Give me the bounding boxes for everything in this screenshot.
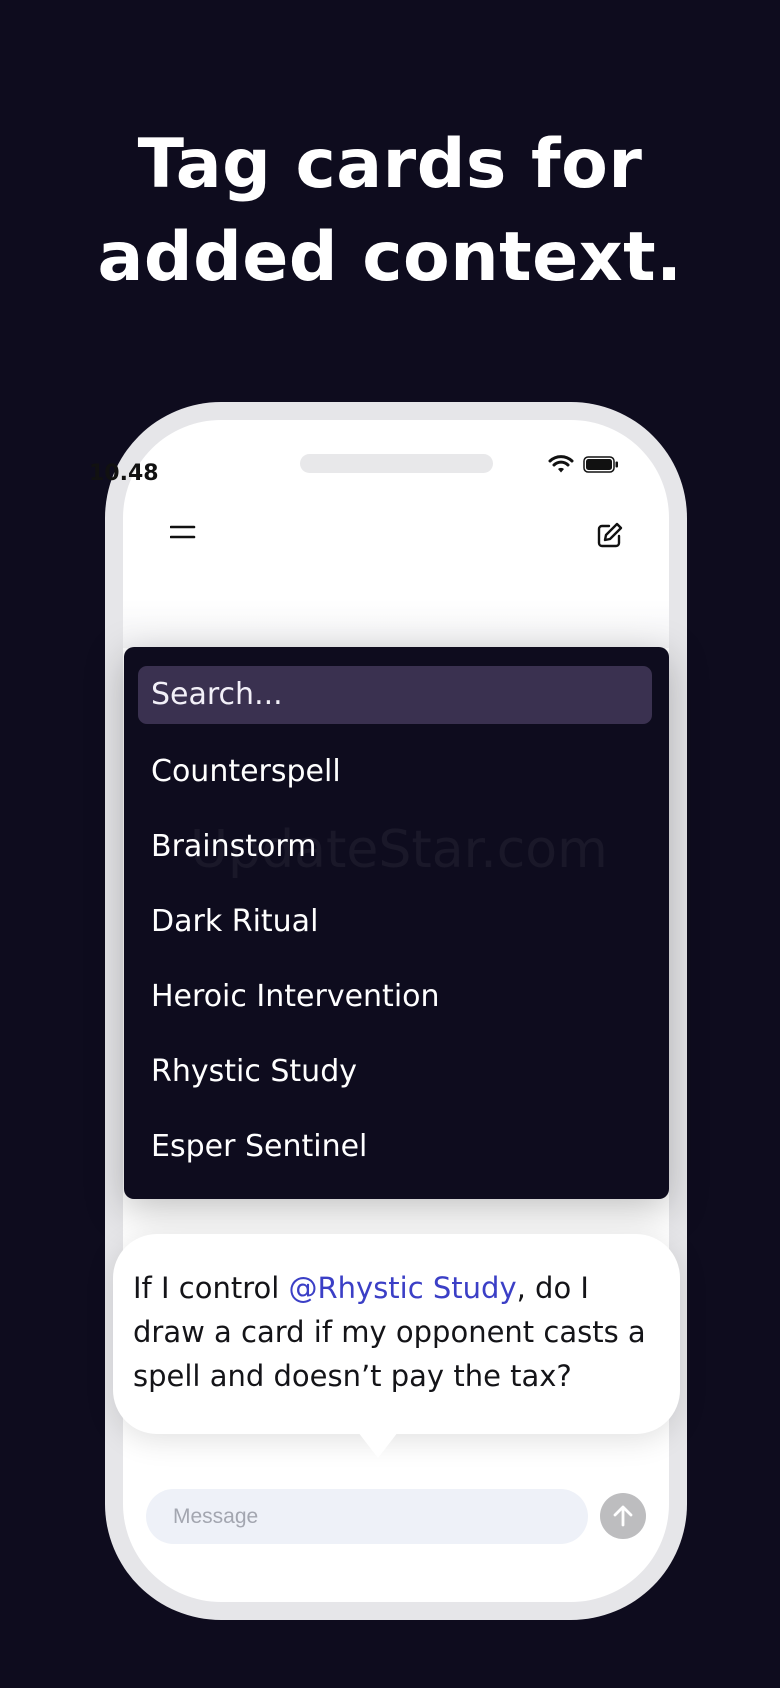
arrow-up-icon — [613, 1505, 633, 1527]
card-suggestion-item[interactable]: Brainstorm — [124, 822, 669, 897]
menu-icon[interactable] — [170, 523, 198, 541]
message-text: If I control @Rhystic Study, do I draw a… — [133, 1266, 663, 1398]
card-tag-dropdown: Search... Counterspell Brainstorm Dark R… — [124, 647, 669, 1199]
card-mention[interactable]: @Rhystic Study — [289, 1271, 517, 1305]
card-suggestion-item[interactable]: Esper Sentinel — [124, 1122, 669, 1197]
wifi-icon — [548, 455, 574, 473]
status-time: 10.48 — [89, 461, 159, 486]
card-suggestion-item[interactable]: Rhystic Study — [124, 1047, 669, 1122]
message-bubble-tail — [358, 1432, 398, 1458]
card-suggestion-list: Counterspell Brainstorm Dark Ritual Hero… — [124, 747, 669, 1197]
header-fade — [123, 600, 669, 648]
send-button[interactable] — [600, 1493, 646, 1539]
message-text-before: If I control — [133, 1271, 289, 1305]
card-suggestion-item[interactable]: Heroic Intervention — [124, 972, 669, 1047]
card-search-input[interactable]: Search... — [138, 666, 652, 724]
headline: Tag cards for added context. — [0, 118, 780, 304]
message-bubble: If I control @Rhystic Study, do I draw a… — [113, 1234, 680, 1434]
card-suggestion-item[interactable]: Counterspell — [124, 747, 669, 822]
battery-icon — [583, 456, 618, 473]
headline-line-2: added context. — [97, 218, 683, 297]
dynamic-island — [300, 454, 493, 473]
card-suggestion-item[interactable]: Dark Ritual — [124, 897, 669, 972]
message-input[interactable] — [146, 1489, 588, 1544]
edit-icon[interactable] — [596, 521, 624, 549]
headline-line-1: Tag cards for — [137, 125, 643, 204]
